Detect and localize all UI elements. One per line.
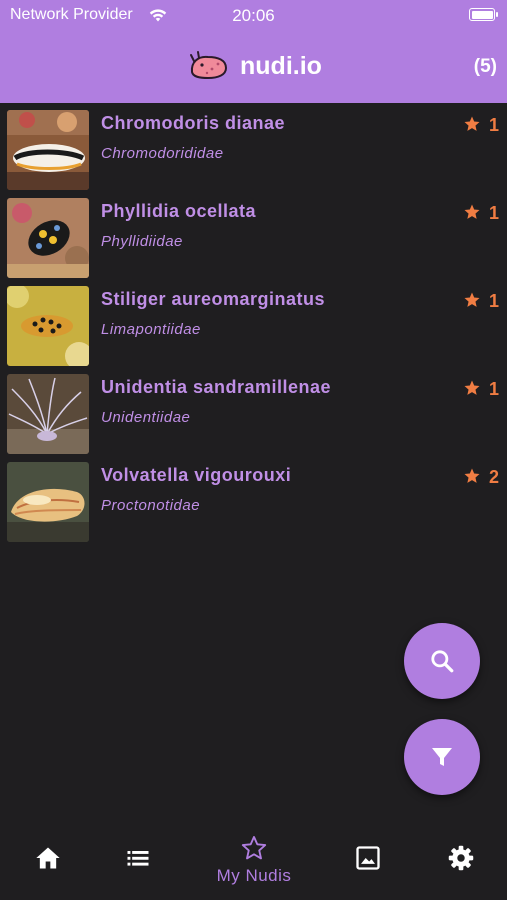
species-family: Limapontiidae: [101, 321, 201, 338]
star-icon: [464, 468, 480, 483]
nudi-list: Chromodoris dianae Chromodorididae 1 Phy…: [0, 103, 507, 543]
rating: 2: [463, 467, 499, 488]
species-family: Phyllidiidae: [101, 233, 183, 250]
star-icon: [464, 380, 480, 395]
list-item[interactable]: Phyllidia ocellata Phyllidiidae 1: [0, 191, 507, 279]
app-title: nudi.io: [240, 52, 322, 80]
rating: 1: [463, 291, 499, 312]
bottom-navigation: My Nudis: [0, 820, 507, 900]
result-count: (5): [473, 56, 497, 77]
list-icon: [127, 851, 149, 866]
species-photo: [7, 286, 89, 366]
nudibranch-logo-icon: [190, 51, 228, 80]
rating-value: 2: [488, 467, 499, 487]
species-name: Phyllidia ocellata: [101, 201, 257, 221]
home-icon: [36, 847, 60, 869]
rating-value: 1: [488, 115, 499, 135]
rating-value: 1: [488, 379, 499, 399]
filter-icon: [432, 748, 452, 766]
species-name: Stiliger aureomarginatus: [101, 289, 326, 309]
star-icon: [464, 116, 480, 131]
search-icon: [431, 650, 454, 673]
rating: 1: [463, 203, 499, 224]
species-name: Unidentia sandramillenae: [101, 377, 332, 397]
nav-list[interactable]: [118, 820, 158, 900]
list-item[interactable]: Unidentia sandramillenae Unidentiidae 1: [0, 367, 507, 455]
nav-settings[interactable]: [441, 820, 481, 900]
species-family: Unidentiidae: [101, 409, 191, 426]
species-photo: [7, 198, 89, 278]
list-item[interactable]: Volvatella vigourouxi Proctonotidae 2: [0, 455, 507, 543]
star-icon: [464, 292, 480, 307]
species-name: Chromodoris dianae: [101, 113, 286, 133]
status-bar: Network Provider 20:06: [0, 0, 507, 30]
rating: 1: [463, 379, 499, 400]
settings-icon: [448, 845, 474, 871]
clock: 20:06: [232, 6, 275, 25]
species-name: Volvatella vigourouxi: [101, 465, 292, 485]
app-header: Network Provider 20:06 nudi.io (5): [0, 0, 507, 103]
species-photo: [7, 110, 89, 190]
rating-value: 1: [488, 291, 499, 311]
nav-home[interactable]: [28, 820, 68, 900]
species-photo: [7, 462, 89, 542]
list-item[interactable]: Chromodoris dianae Chromodorididae 1: [0, 103, 507, 191]
nav-my-nudis[interactable]: My Nudis: [204, 820, 304, 900]
nav-my-nudis-label: My Nudis: [216, 866, 292, 885]
search-button[interactable]: [404, 623, 480, 699]
filter-button[interactable]: [404, 719, 480, 795]
species-photo: [7, 374, 89, 454]
species-family: Proctonotidae: [101, 497, 201, 514]
rating: 1: [463, 115, 499, 136]
nav-gallery[interactable]: [348, 820, 388, 900]
image-icon: [356, 846, 380, 870]
star-icon: [464, 204, 480, 219]
battery-icon: [469, 8, 498, 21]
star-outline-icon: [241, 835, 267, 860]
species-family: Chromodorididae: [101, 145, 224, 162]
list-item[interactable]: Stiliger aureomarginatus Limapontiidae 1: [0, 279, 507, 367]
rating-value: 1: [488, 203, 499, 223]
